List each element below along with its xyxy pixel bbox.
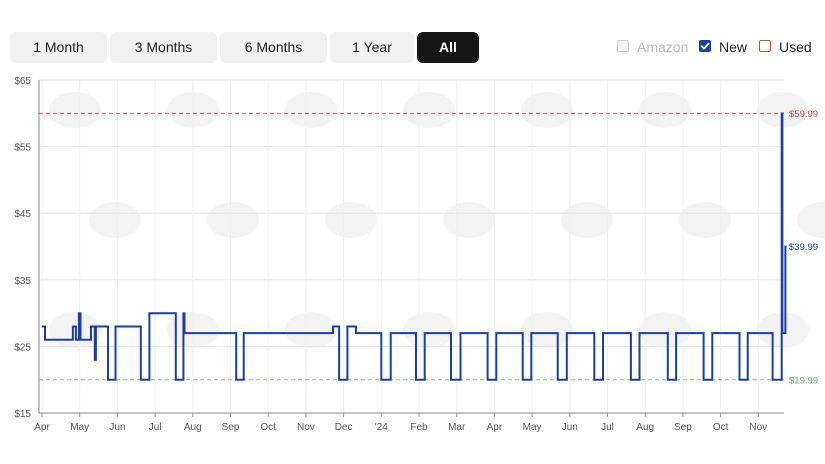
watermark-shape bbox=[443, 202, 495, 238]
x-tick-label: May bbox=[523, 422, 542, 433]
watermark-shape bbox=[521, 312, 573, 348]
x-tick-label: Mar bbox=[448, 422, 466, 433]
y-tick-label: $35 bbox=[14, 276, 31, 287]
watermark-shape bbox=[325, 202, 377, 238]
x-tick-label: Apr bbox=[487, 422, 503, 433]
x-tick-label: Jun bbox=[109, 422, 125, 433]
watermark-shape bbox=[679, 202, 731, 238]
price-chart: $65$55$45$35$25$15Apr May Jun Jul Aug Sep Oct N… bbox=[14, 76, 825, 433]
watermark-shape bbox=[285, 312, 337, 348]
y-tick-label: $45 bbox=[14, 209, 31, 220]
x-tick-label: Dec bbox=[335, 422, 353, 433]
watermark-shape bbox=[285, 92, 337, 128]
y-tick-label: $15 bbox=[14, 409, 31, 420]
y-tick-label: $55 bbox=[14, 143, 31, 154]
x-tick-label: Apr bbox=[34, 422, 50, 433]
reference-line-label: $19.99 bbox=[789, 375, 818, 386]
price-history-widget: 1 Month 3 Months 6 Months 1 Year All Ama… bbox=[0, 0, 825, 464]
x-tick-label: Feb bbox=[410, 422, 428, 433]
x-tick-label: Nov bbox=[749, 422, 767, 433]
x-tick-label: Nov bbox=[297, 422, 315, 433]
x-tick-label: Aug bbox=[636, 422, 654, 433]
x-tick-label: Jul bbox=[149, 422, 162, 433]
watermark-shape bbox=[403, 92, 455, 128]
watermark-shape bbox=[403, 312, 455, 348]
plot-area bbox=[39, 80, 784, 413]
y-tick-label: $65 bbox=[14, 76, 31, 87]
x-tick-label: Oct bbox=[260, 422, 276, 433]
watermark-shape bbox=[49, 92, 101, 128]
x-tick-label: Sep bbox=[674, 422, 692, 433]
x-tick-label: May bbox=[70, 422, 89, 433]
series-end-label: $39.99 bbox=[789, 242, 818, 253]
reference-line-label: $59.99 bbox=[789, 109, 818, 120]
x-tick-label: Oct bbox=[713, 422, 729, 433]
x-tick-label: Jul bbox=[601, 422, 614, 433]
watermark-shape bbox=[89, 202, 141, 238]
x-tick-label: '24 bbox=[375, 422, 388, 433]
x-tick-label: Sep bbox=[222, 422, 240, 433]
watermark-shape bbox=[561, 202, 613, 238]
watermark-shape bbox=[207, 202, 259, 238]
watermark-shape bbox=[521, 92, 573, 128]
x-tick-label: Aug bbox=[184, 422, 202, 433]
y-tick-label: $25 bbox=[14, 342, 31, 353]
x-tick-label: Jun bbox=[562, 422, 578, 433]
watermark-shape bbox=[797, 202, 825, 238]
